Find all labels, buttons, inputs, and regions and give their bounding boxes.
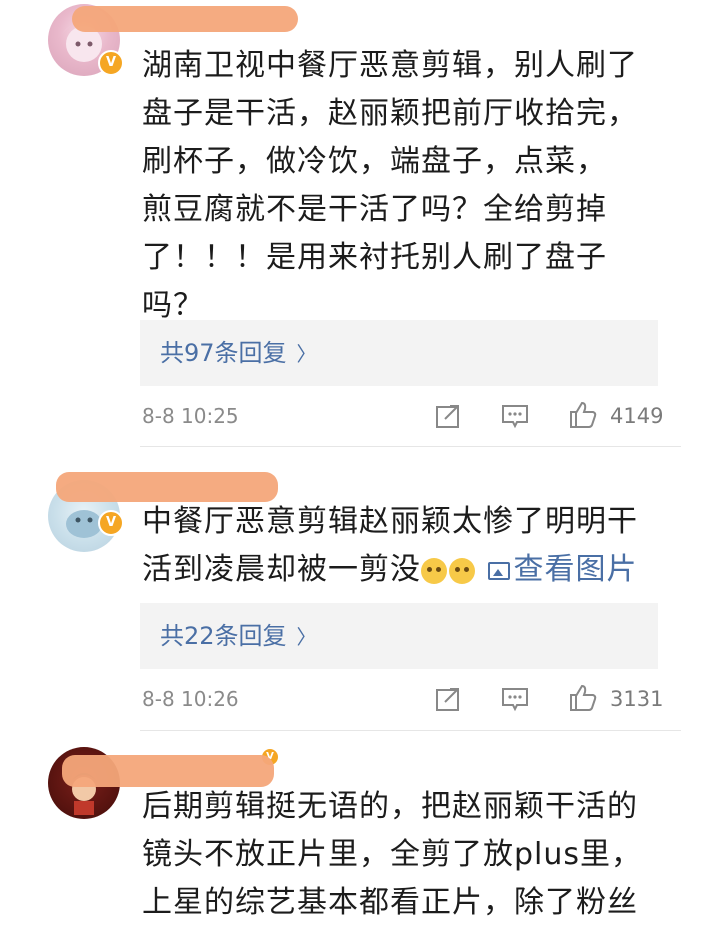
view-replies-button[interactable]: 共22条回复〉 bbox=[140, 603, 658, 669]
comment-timestamp: 8-8 10:25 bbox=[142, 404, 239, 428]
replies-count-label: 共22条回复 bbox=[160, 622, 287, 650]
comment-icon[interactable] bbox=[500, 401, 530, 431]
like-count: 3131 bbox=[610, 687, 664, 711]
view-replies-button[interactable]: 共97条回复〉 bbox=[140, 320, 658, 386]
divider bbox=[140, 446, 681, 447]
verified-badge-icon: V bbox=[98, 510, 124, 536]
share-icon[interactable] bbox=[433, 684, 463, 714]
crying-emoji-icon bbox=[449, 557, 475, 584]
comment-item: V 湖南卫视中餐厅恶意剪辑，别人刷了 盘子是干活，赵丽颖把前厅收拾完， 刷杯子，… bbox=[0, 0, 711, 450]
verified-badge-icon: V bbox=[98, 50, 124, 76]
view-image-link[interactable]: 查看图片 bbox=[487, 552, 638, 587]
comment-icon[interactable] bbox=[500, 684, 530, 714]
comment-item: V 中餐厅恶意剪辑赵丽颖太惨了明明干 活到凌晨却被一剪没 查看图片 共22条回复… bbox=[0, 450, 711, 735]
like-count: 4149 bbox=[610, 404, 664, 428]
thumbs-up-icon[interactable] bbox=[568, 683, 598, 713]
comment-text: 湖南卫视中餐厅恶意剪辑，别人刷了 盘子是干活，赵丽颖把前厅收拾完， 刷杯子，做冷… bbox=[142, 48, 638, 323]
replies-count-label: 共97条回复 bbox=[160, 339, 287, 367]
redacted-username bbox=[72, 6, 298, 32]
chevron-right-icon: 〉 bbox=[296, 625, 317, 649]
comment-text: 后期剪辑挺无语的，把赵丽颖干活的 镜头不放正片里，全剪了放plus里， 上星的综… bbox=[142, 789, 643, 920]
comment-item: V 后期剪辑挺无语的，把赵丽颖干活的 镜头不放正片里，全剪了放plus里， 上星… bbox=[0, 735, 711, 924]
comment-timestamp: 8-8 10:26 bbox=[142, 687, 239, 711]
divider bbox=[140, 730, 681, 731]
chevron-right-icon: 〉 bbox=[296, 342, 317, 366]
comment-text: 中餐厅恶意剪辑赵丽颖太惨了明明干 活到凌晨却被一剪没 查看图片 bbox=[142, 504, 638, 587]
share-icon[interactable] bbox=[433, 401, 463, 431]
image-icon bbox=[487, 561, 510, 580]
crying-emoji-icon bbox=[421, 557, 447, 584]
thumbs-up-icon[interactable] bbox=[568, 400, 598, 430]
